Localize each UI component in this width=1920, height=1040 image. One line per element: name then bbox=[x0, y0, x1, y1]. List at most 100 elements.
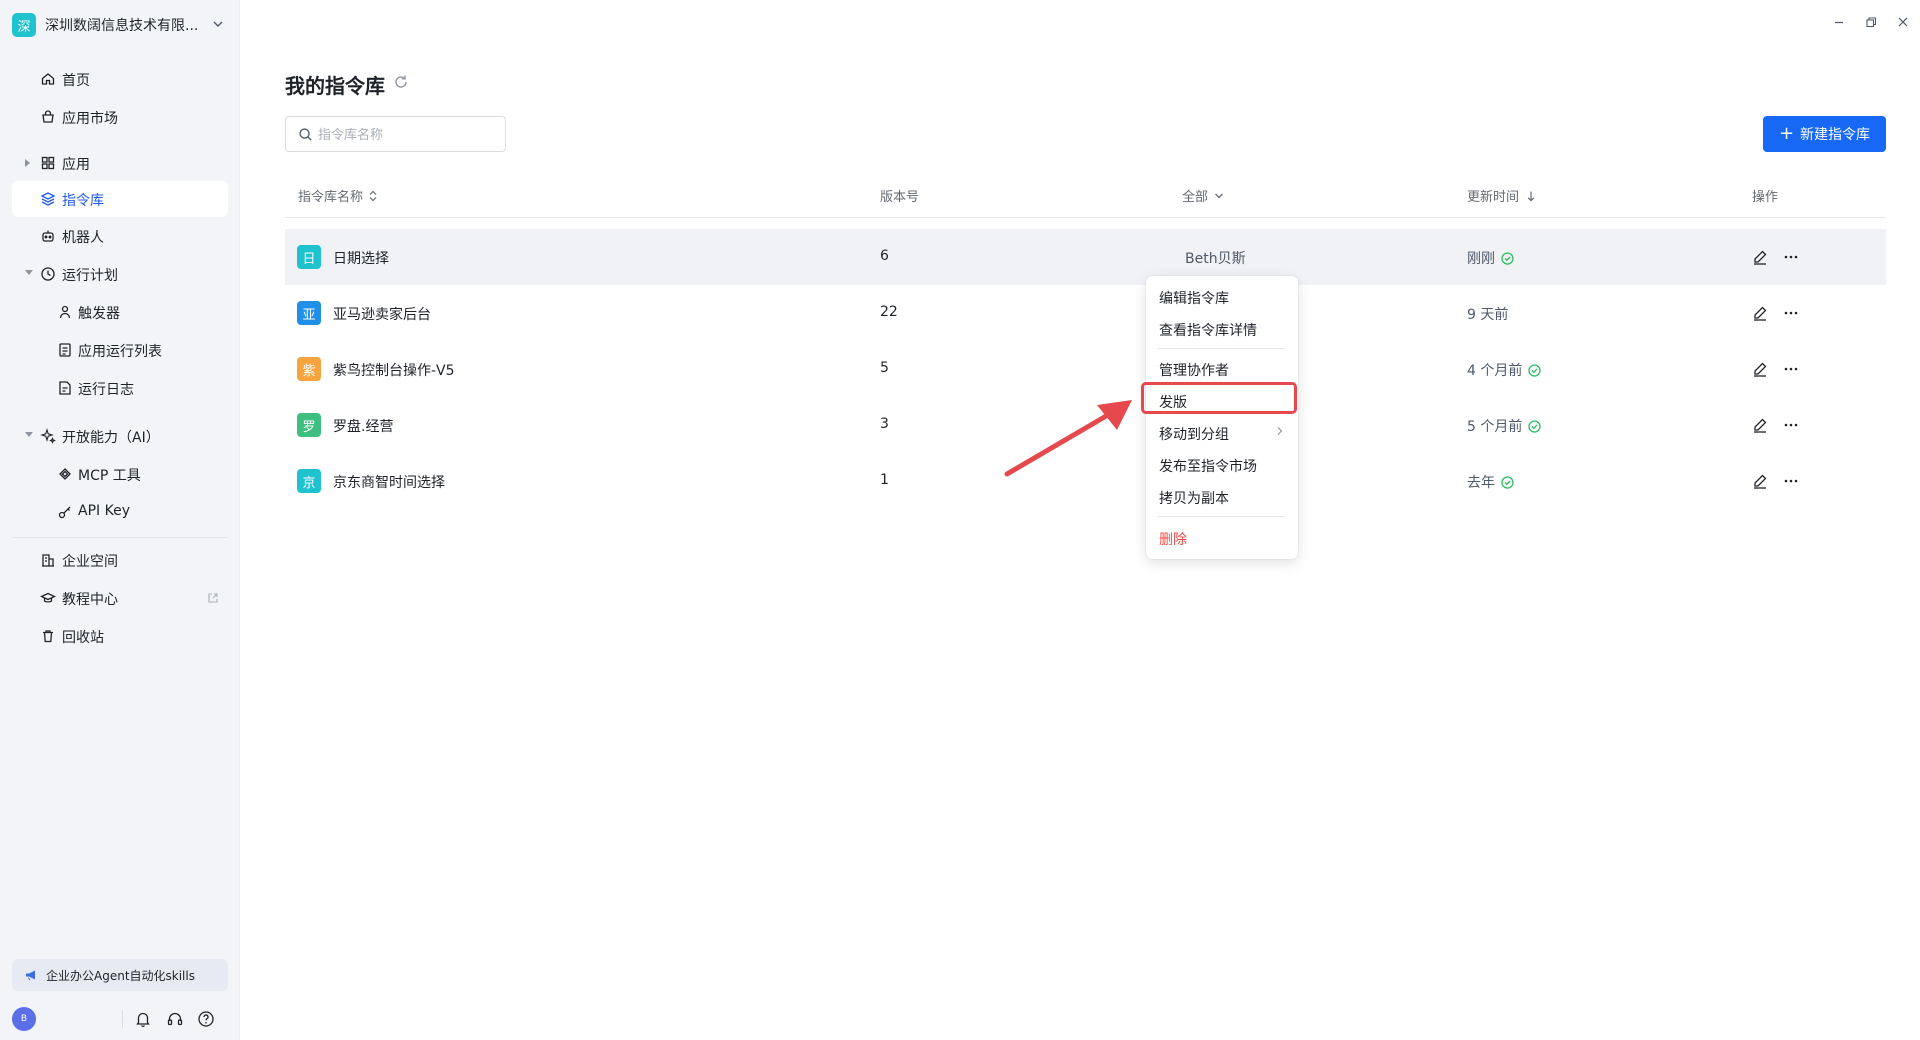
sidebar-item-market[interactable]: 应用市场 bbox=[12, 99, 228, 135]
sidebar-item-label: 首页 bbox=[62, 73, 90, 89]
more-icon[interactable] bbox=[1782, 416, 1800, 434]
sidebar-item-label: 开放能力（AI） bbox=[62, 430, 160, 446]
list-doc-icon bbox=[59, 343, 71, 357]
sidebar-item-label: 指令库 bbox=[62, 193, 104, 209]
row-icon: 京 bbox=[297, 469, 321, 493]
log-icon bbox=[59, 381, 71, 395]
column-header-name[interactable]: 指令库名称 bbox=[298, 186, 377, 205]
row-name[interactable]: 亚马逊卖家后台 bbox=[333, 304, 431, 324]
org-switcher[interactable]: 深 深圳数阔信息技术有限... bbox=[12, 12, 228, 38]
chevron-right-icon bbox=[1277, 427, 1283, 435]
row-context-menu: 编辑指令库 查看指令库详情 管理协作者 发版 移动到分组 发布至指令市场 拷贝为… bbox=[1146, 276, 1298, 559]
new-library-button[interactable]: + 新建指令库 bbox=[1763, 116, 1886, 152]
menu-item-publish-market[interactable]: 发布至指令市场 bbox=[1159, 456, 1257, 476]
row-name[interactable]: 罗盘.经营 bbox=[333, 416, 393, 436]
minimize-icon[interactable] bbox=[1831, 14, 1847, 30]
edit-icon[interactable] bbox=[1751, 360, 1769, 378]
row-name[interactable]: 京东商智时间选择 bbox=[333, 472, 445, 492]
row-icon: 亚 bbox=[297, 301, 321, 325]
row-version: 6 bbox=[880, 248, 889, 264]
highlight-box bbox=[1141, 382, 1297, 414]
robot-icon bbox=[42, 230, 54, 242]
sidebar-item-mcp[interactable]: MCP 工具 bbox=[12, 456, 228, 492]
menu-divider bbox=[1158, 348, 1286, 349]
promo-banner[interactable]: 企业办公Agent自动化skills bbox=[12, 959, 228, 991]
sort-icon bbox=[369, 190, 377, 201]
edit-icon[interactable] bbox=[1751, 472, 1769, 490]
row-updated-label: 9 天前 bbox=[1467, 307, 1509, 323]
sidebar-item-label: 应用运行列表 bbox=[78, 344, 162, 360]
menu-item-move-group[interactable]: 移动到分组 bbox=[1159, 424, 1229, 444]
row-name[interactable]: 紫鸟控制台操作-V5 bbox=[333, 360, 455, 380]
menu-divider bbox=[1158, 516, 1286, 517]
caret-down-icon bbox=[25, 270, 33, 275]
column-header-label: 操作 bbox=[1752, 190, 1779, 205]
restore-icon[interactable] bbox=[1863, 14, 1879, 30]
caret-right-icon bbox=[25, 159, 30, 167]
refresh-icon[interactable] bbox=[392, 73, 410, 91]
sidebar-item-robots[interactable]: 机器人 bbox=[12, 218, 228, 254]
menu-item-delete[interactable]: 删除 bbox=[1159, 529, 1187, 549]
sidebar-item-open-ai[interactable]: 开放能力（AI） bbox=[12, 418, 228, 454]
sparkle-icon bbox=[40, 428, 56, 444]
sidebar-item-apps[interactable]: 应用 bbox=[12, 145, 228, 181]
close-icon[interactable] bbox=[1895, 14, 1911, 30]
row-updated: 去年 bbox=[1467, 472, 1514, 492]
sidebar-item-triggers[interactable]: 触发器 bbox=[12, 294, 228, 330]
more-icon[interactable] bbox=[1782, 472, 1800, 490]
sidebar-item-label: 机器人 bbox=[62, 230, 104, 246]
help-icon[interactable] bbox=[197, 1010, 215, 1028]
row-owner: Beth贝斯 bbox=[1185, 251, 1246, 267]
edit-icon[interactable] bbox=[1751, 304, 1769, 322]
menu-item-edit[interactable]: 编辑指令库 bbox=[1159, 288, 1229, 308]
sidebar-item-schedules[interactable]: 运行计划 bbox=[12, 256, 228, 292]
plus-icon: + bbox=[1778, 123, 1795, 144]
sidebar-item-run-list[interactable]: 应用运行列表 bbox=[12, 332, 228, 368]
headset-icon[interactable] bbox=[166, 1010, 184, 1028]
bell-icon[interactable] bbox=[134, 1010, 152, 1028]
table-row[interactable]: 紫 紫鸟控制台操作-V5 5 4 个月前 bbox=[285, 341, 1886, 397]
edit-icon[interactable] bbox=[1751, 248, 1769, 266]
column-header-label: 全部 bbox=[1182, 190, 1209, 205]
search-input[interactable] bbox=[318, 125, 498, 145]
more-icon[interactable] bbox=[1782, 360, 1800, 378]
sidebar-item-trash[interactable]: 回收站 bbox=[12, 618, 228, 654]
row-version: 1 bbox=[880, 472, 889, 488]
sidebar-item-tutorial[interactable]: 教程中心 bbox=[12, 580, 228, 616]
menu-item-copy[interactable]: 拷贝为副本 bbox=[1159, 488, 1229, 508]
promo-text: 企业办公Agent自动化skills bbox=[46, 968, 195, 983]
edit-icon[interactable] bbox=[1751, 416, 1769, 434]
more-icon[interactable] bbox=[1782, 248, 1800, 266]
row-version: 3 bbox=[880, 416, 889, 432]
row-name[interactable]: 日期选择 bbox=[333, 248, 389, 268]
clock-icon bbox=[41, 267, 55, 281]
building-icon bbox=[42, 554, 54, 567]
sidebar-item-home[interactable]: 首页 bbox=[12, 61, 228, 97]
menu-item-collaborators[interactable]: 管理协作者 bbox=[1159, 360, 1229, 380]
table-row[interactable]: 亚 亚马逊卖家后台 22 9 天前 bbox=[285, 285, 1886, 341]
megaphone-icon bbox=[26, 970, 35, 980]
sidebar-item-label: 回收站 bbox=[62, 630, 104, 646]
home-icon bbox=[41, 73, 55, 85]
column-header-owner-filter[interactable]: 全部 bbox=[1182, 186, 1224, 205]
annotation-arrow bbox=[1004, 400, 1132, 477]
sidebar-item-api-key[interactable]: API Key bbox=[12, 494, 228, 530]
published-check-icon bbox=[1528, 419, 1542, 433]
sidebar-item-enterprise[interactable]: 企业空间 bbox=[12, 542, 228, 578]
search-icon bbox=[299, 128, 312, 141]
page-title: 我的指令库 bbox=[285, 74, 385, 98]
column-header-updated[interactable]: 更新时间 bbox=[1467, 186, 1535, 205]
row-icon: 紫 bbox=[297, 357, 321, 381]
table-row[interactable]: 日 日期选择 6 Beth贝斯 刚刚 bbox=[285, 229, 1886, 285]
more-icon[interactable] bbox=[1782, 304, 1800, 322]
row-updated-label: 去年 bbox=[1467, 475, 1495, 491]
sidebar-item-label: 应用市场 bbox=[62, 111, 118, 127]
external-link-icon bbox=[208, 593, 218, 603]
sidebar-item-run-logs[interactable]: 运行日志 bbox=[12, 370, 228, 406]
row-icon: 日 bbox=[297, 245, 321, 269]
sidebar-item-library[interactable]: 指令库 bbox=[12, 181, 228, 217]
menu-item-details[interactable]: 查看指令库详情 bbox=[1159, 320, 1257, 340]
mcp-icon bbox=[59, 468, 71, 480]
avatar[interactable]: B bbox=[12, 1007, 36, 1031]
published-check-icon bbox=[1501, 475, 1514, 489]
